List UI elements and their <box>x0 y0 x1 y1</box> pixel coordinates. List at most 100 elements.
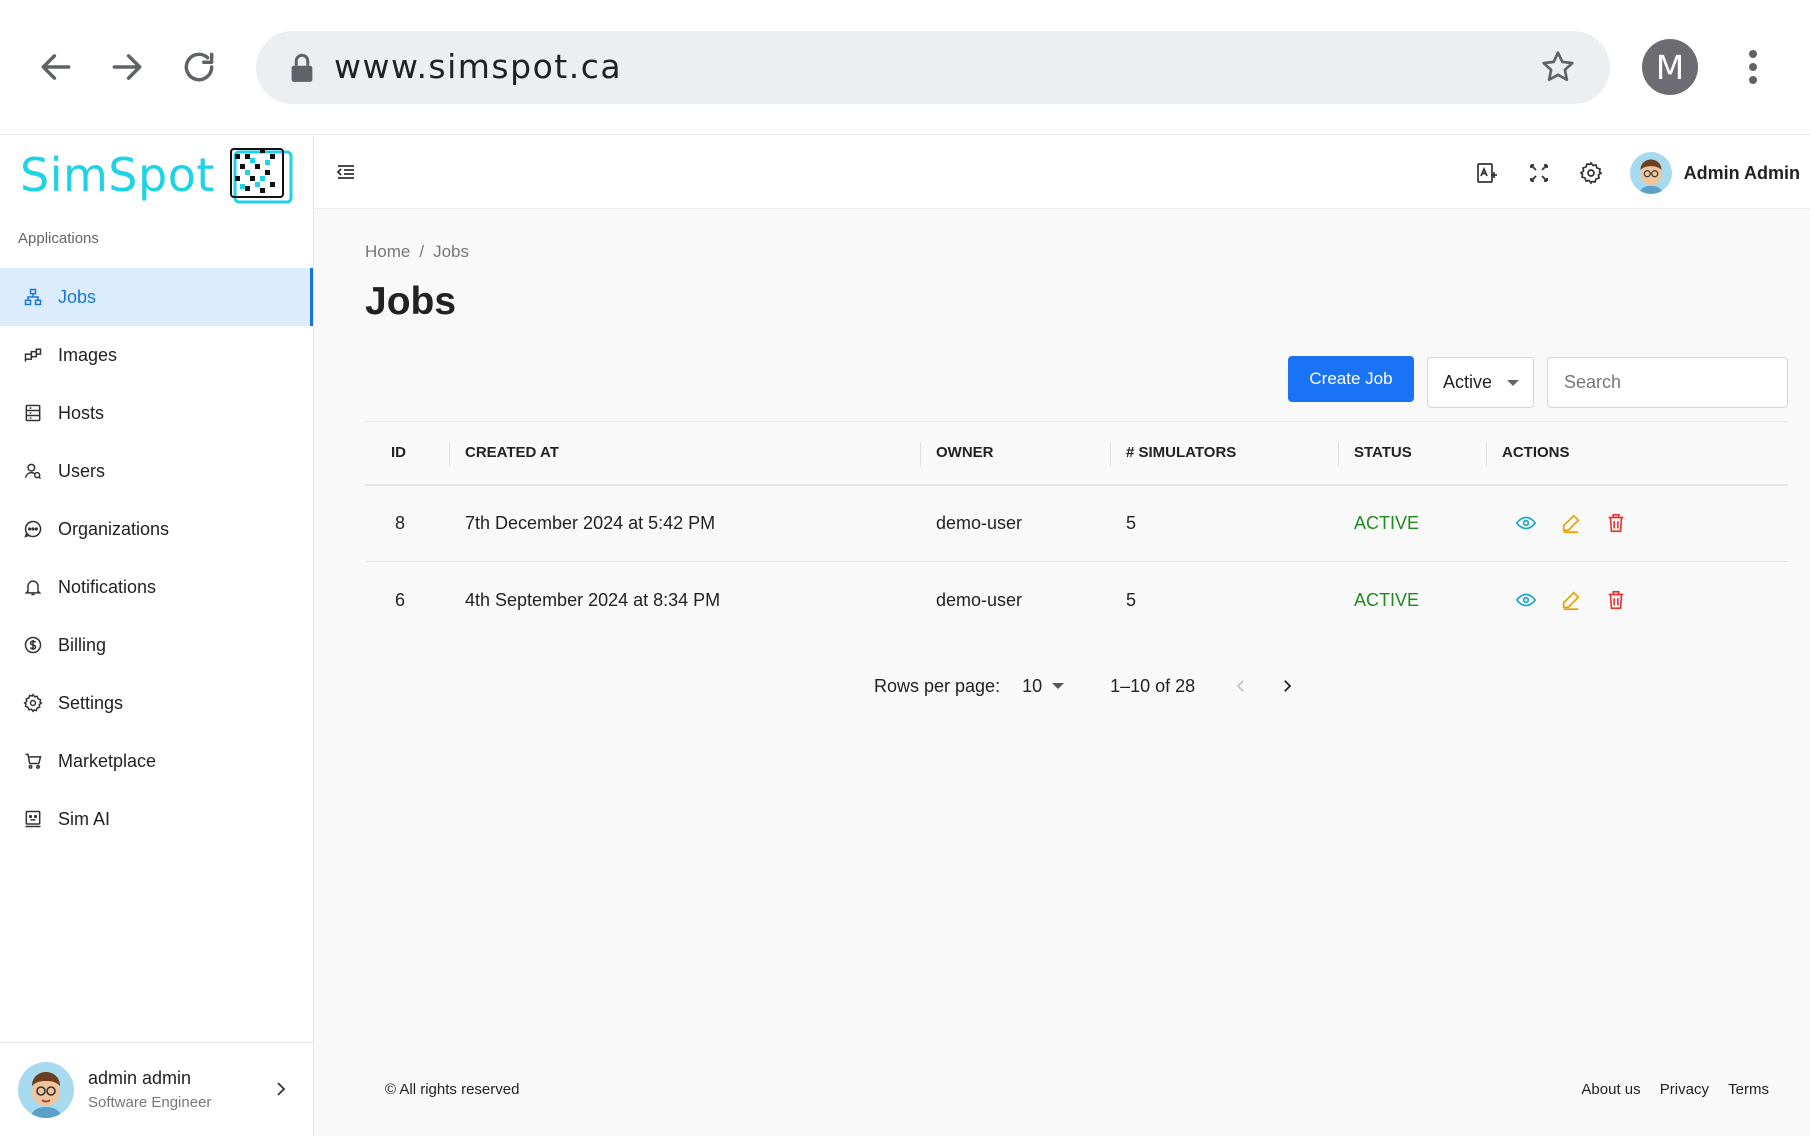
sidebar-item-marketplace[interactable]: Marketplace <box>0 732 313 790</box>
menu-collapse-icon[interactable] <box>334 160 358 184</box>
footer-link-terms[interactable]: Terms <box>1728 1081 1769 1098</box>
sidebar-item-label: Sim AI <box>58 808 111 829</box>
sidebar: SimSpot Applications Jobs Images Hosts U… <box>0 136 314 1136</box>
delete-trash-icon[interactable] <box>1604 511 1628 535</box>
edit-pencil-icon[interactable] <box>1559 588 1583 612</box>
sidebar-user-card[interactable]: admin admin Software Engineer <box>0 1042 313 1136</box>
images-icon <box>22 344 44 366</box>
column-header-simulators[interactable]: # SIMULATORS <box>1110 421 1338 486</box>
url-text: www.simspot.ca <box>334 47 623 86</box>
sidebar-item-label: Organizations <box>58 518 170 539</box>
caret-down-icon <box>1507 380 1519 386</box>
column-header-owner[interactable]: OWNER <box>920 421 1110 486</box>
cell-actions <box>1486 562 1788 639</box>
settings-gear-icon[interactable] <box>1578 160 1604 186</box>
jobs-table: ID CREATED AT OWNER # SIMULATORS STATUS … <box>365 421 1788 639</box>
browser-profile-avatar[interactable]: M <box>1642 39 1698 95</box>
sidebar-item-users[interactable]: Users <box>0 442 313 500</box>
cell-status: ACTIVE <box>1338 484 1486 562</box>
view-eye-icon[interactable] <box>1514 588 1538 612</box>
sidebar-item-settings[interactable]: Settings <box>0 674 313 732</box>
sidebar-item-images[interactable]: Images <box>0 326 313 384</box>
sidebar-item-billing[interactable]: Billing <box>0 616 313 674</box>
bell-icon <box>22 576 44 598</box>
header-avatar[interactable] <box>1629 152 1672 194</box>
sidebar-item-jobs[interactable]: Jobs <box>0 268 313 326</box>
robot-icon <box>22 808 44 830</box>
bookmark-star-icon[interactable] <box>1540 49 1576 85</box>
column-header-status[interactable]: STATUS <box>1338 421 1486 486</box>
sidebar-item-label: Marketplace <box>58 750 157 771</box>
forward-icon[interactable] <box>105 45 149 89</box>
breadcrumb-current: Jobs <box>433 242 470 261</box>
sidebar-nav: Jobs Images Hosts Users Organizations No… <box>0 268 313 848</box>
cell-id: 6 <box>395 589 406 610</box>
sidebar-item-hosts[interactable]: Hosts <box>0 384 313 442</box>
column-header-id[interactable]: ID <box>365 421 449 486</box>
back-icon[interactable] <box>34 45 78 89</box>
previous-page-icon[interactable] <box>1229 674 1253 698</box>
pagination: Rows per page: 10 1–10 of 28 <box>874 666 1299 706</box>
sidebar-item-organizations[interactable]: Organizations <box>0 500 313 558</box>
fullscreen-icon[interactable] <box>1526 160 1552 186</box>
rows-per-page-select[interactable]: 10 <box>1022 675 1065 697</box>
breadcrumb-home[interactable]: Home <box>365 242 410 262</box>
page-range: 1–10 of 28 <box>1110 675 1196 696</box>
sidebar-item-label: Notifications <box>58 576 157 597</box>
browser-toolbar: www.simspot.ca M <box>0 0 1810 135</box>
status-filter-select[interactable]: Active <box>1427 357 1534 408</box>
dollar-icon <box>22 634 44 656</box>
server-icon <box>22 402 44 424</box>
app-header: Admin Admin <box>314 136 1810 209</box>
users-icon <box>22 460 44 482</box>
breadcrumb: Home / Jobs <box>365 242 469 262</box>
cell-created-at: 7th December 2024 at 5:42 PM <box>449 484 920 562</box>
sidebar-user-name: admin admin <box>88 1068 192 1088</box>
logo-text: SimSpot <box>20 148 215 202</box>
sidebar-item-label: Images <box>58 344 118 365</box>
logo-mark-icon <box>229 148 293 204</box>
cell-id: 8 <box>365 484 449 562</box>
sitemap-icon <box>22 286 44 308</box>
cell-actions <box>1486 484 1788 562</box>
table-row[interactable]: 6 4th September 2024 at 8:34 PM demo-use… <box>365 562 1788 639</box>
footer-links: About us Privacy Terms <box>1566 1081 1769 1098</box>
browser-menu-icon[interactable] <box>1738 45 1768 89</box>
cell-simulators: 5 <box>1110 484 1338 562</box>
cell-created-at: 4th September 2024 at 8:34 PM <box>465 589 721 610</box>
sidebar-item-label: Users <box>58 460 106 481</box>
sidebar-item-label: Jobs <box>58 286 97 307</box>
status-filter-value: Active <box>1443 372 1493 392</box>
sidebar-item-notifications[interactable]: Notifications <box>0 558 313 616</box>
footer-link-privacy[interactable]: Privacy <box>1660 1081 1709 1098</box>
cell-status: ACTIVE <box>1354 589 1420 610</box>
view-eye-icon[interactable] <box>1514 511 1538 535</box>
address-bar[interactable]: www.simspot.ca <box>256 31 1610 104</box>
edit-pencil-icon[interactable] <box>1559 511 1583 535</box>
logo[interactable]: SimSpot <box>20 142 295 208</box>
sidebar-user-role: Software Engineer <box>88 1094 212 1111</box>
page-title: Jobs <box>365 280 457 323</box>
lock-icon <box>291 53 313 82</box>
column-header-created-at[interactable]: CREATED AT <box>449 421 920 486</box>
search-input[interactable] <box>1547 357 1788 408</box>
header-username[interactable]: Admin Admin <box>1684 163 1800 184</box>
sidebar-item-sim-ai[interactable]: Sim AI <box>0 790 313 848</box>
chevron-right-icon[interactable] <box>275 1081 287 1097</box>
caret-down-icon <box>1052 683 1065 689</box>
sidebar-item-label: Settings <box>58 692 124 713</box>
rows-per-page-label: Rows per page: <box>874 675 1001 696</box>
rows-per-page-value: 10 <box>1022 675 1043 696</box>
column-header-actions: ACTIONS <box>1486 421 1788 486</box>
cart-icon <box>22 750 44 772</box>
avatar <box>18 1061 74 1118</box>
create-job-button[interactable]: Create Job <box>1288 356 1414 402</box>
next-page-icon[interactable] <box>1275 674 1299 698</box>
sidebar-item-label: Hosts <box>58 402 105 423</box>
footer-link-about[interactable]: About us <box>1581 1081 1640 1098</box>
reload-icon[interactable] <box>177 45 221 89</box>
gear-icon <box>22 692 44 714</box>
translate-icon[interactable] <box>1474 160 1500 186</box>
table-row[interactable]: 8 7th December 2024 at 5:42 PM demo-user… <box>365 484 1788 562</box>
delete-trash-icon[interactable] <box>1604 588 1628 612</box>
